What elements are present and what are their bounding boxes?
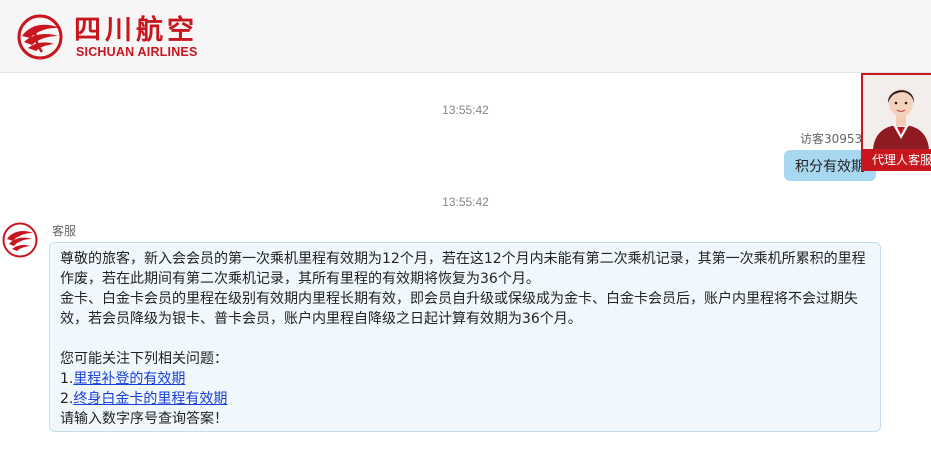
agent-photo	[863, 75, 931, 149]
related-questions-title: 您可能关注下列相关问题：	[60, 351, 228, 367]
message-timestamp: 13:55:42	[442, 195, 489, 209]
sichuan-airlines-logo[interactable]: 四川航空 SICHUAN AIRLINES	[16, 12, 226, 64]
agent-service-card[interactable]: 代理人客服	[861, 73, 931, 171]
bot-message-bubble: 尊敬的旅客，新入会会员的第一次乘机里程有效期为12个月，若在这12个月内未能有第…	[49, 242, 881, 432]
visitor-name: 访客30953	[800, 132, 863, 146]
header-bar: 四川航空 SICHUAN AIRLINES	[0, 0, 931, 73]
related-question-number: 1.	[60, 371, 74, 387]
bot-answer-paragraph: 金卡、白金卡会员的里程在级别有效期内里程长期有效，即会员自升级或保级成为金卡、白…	[60, 291, 858, 327]
message-timestamp: 13:55:42	[442, 103, 489, 117]
logo-english-text: SICHUAN AIRLINES	[76, 45, 198, 59]
bot-prompt-text: 请输入数字序号查询答案！	[60, 411, 228, 427]
related-question-number: 2.	[60, 391, 74, 407]
related-question-item: 2.终身白金卡的里程有效期	[60, 389, 870, 409]
bot-answer-paragraph: 尊敬的旅客，新入会会员的第一次乘机里程有效期为12个月，若在这12个月内未能有第…	[60, 251, 866, 287]
related-question-item: 1.里程补登的有效期	[60, 369, 870, 389]
related-question-link[interactable]: 里程补登的有效期	[73, 371, 185, 387]
related-question-link[interactable]: 终身白金卡的里程有效期	[73, 391, 227, 407]
logo-chinese-text: 四川航空	[74, 15, 198, 46]
sichuan-airlines-emblem-icon	[17, 14, 63, 60]
agent-service-label: 代理人客服	[863, 149, 931, 169]
bot-name: 客服	[52, 224, 77, 238]
bot-avatar-icon	[2, 222, 38, 258]
